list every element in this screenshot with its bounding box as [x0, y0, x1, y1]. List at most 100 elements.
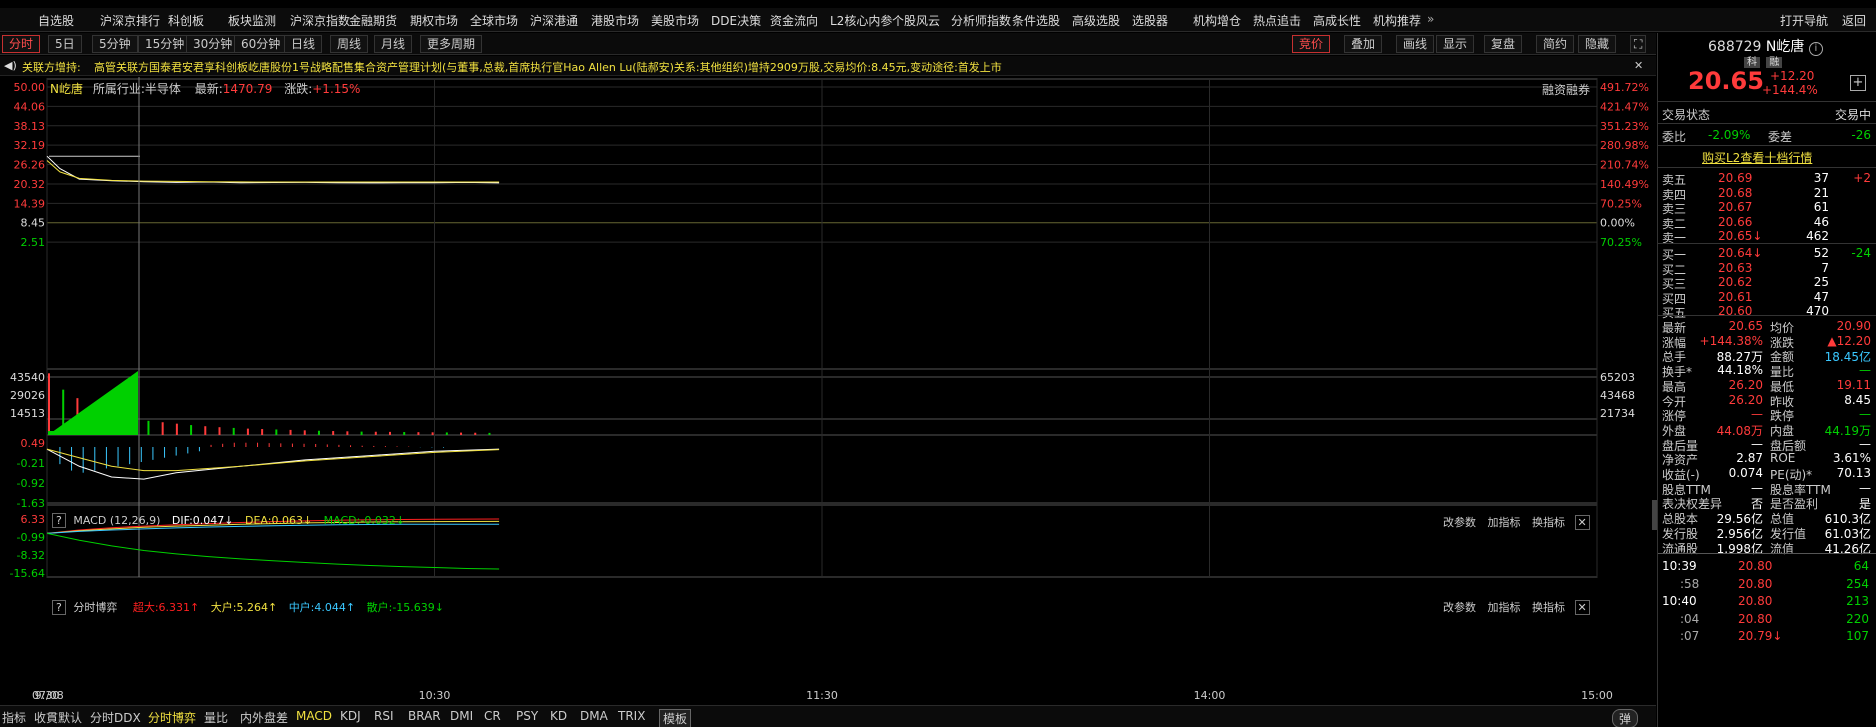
bid-row[interactable]: 买三 20.62 25: [1658, 275, 1876, 291]
ask-row[interactable]: 卖五 20.69 37 +2: [1658, 171, 1876, 187]
bid-row[interactable]: 买一 20.64↓ 52 -24: [1658, 246, 1876, 262]
indicator-tab-13[interactable]: KD: [550, 709, 567, 723]
industry-value[interactable]: 半导体: [145, 82, 181, 96]
fund-add-indicator[interactable]: 加指标: [1488, 601, 1521, 614]
indicator-tab-5[interactable]: 内外盘差: [240, 709, 288, 726]
fund-title[interactable]: 分时博弈: [73, 601, 117, 614]
notice-text[interactable]: 高管关联方国泰君安君享科创板屹唐股份1号战略配售集合资产管理计划(与董事,总裁,…: [94, 59, 1002, 75]
toolbar-right-button-0[interactable]: 竞价: [1292, 35, 1331, 53]
add-watchlist-icon[interactable]: +: [1850, 75, 1866, 91]
indicator-tab-4[interactable]: 量比: [204, 709, 228, 726]
tick-row[interactable]: 10:39 20.80 64: [1658, 559, 1876, 575]
nav-chevron-icon[interactable]: »: [1427, 12, 1434, 26]
period-button-9[interactable]: 更多周期: [420, 35, 483, 53]
nav-item-5[interactable]: 金融期货: [349, 12, 397, 29]
nav-item-18[interactable]: 选股器: [1132, 12, 1168, 29]
latest-value: 1470.79: [222, 82, 273, 96]
nav-item-21[interactable]: 高成长性: [1313, 12, 1361, 29]
toolbar-right-button-3[interactable]: 显示: [1436, 35, 1475, 53]
toolbar-right-button-2[interactable]: 画线: [1396, 35, 1435, 53]
nav-item-0[interactable]: 自选股: [38, 12, 74, 29]
fund-close-icon[interactable]: ✕: [1574, 600, 1590, 615]
period-button-8[interactable]: 月线: [374, 35, 413, 53]
macd-title[interactable]: MACD (12,26,9): [73, 514, 160, 527]
fullscreen-icon[interactable]: ⛶: [1630, 35, 1647, 53]
ask-row[interactable]: 卖三 20.67 61: [1658, 200, 1876, 216]
fund-switch-indicator[interactable]: 换指标: [1532, 601, 1565, 614]
period-button-0[interactable]: 分时: [2, 35, 41, 53]
macd-edit-params[interactable]: 改参数: [1443, 516, 1476, 529]
indicator-tab-9[interactable]: BRAR: [408, 709, 441, 723]
l2-upgrade-link[interactable]: 购买L2查看十档行情: [1702, 149, 1812, 166]
info-icon[interactable]: i: [1808, 42, 1823, 56]
indicator-tab-3[interactable]: 分时博弈: [148, 709, 196, 726]
period-button-1[interactable]: 5日: [48, 35, 82, 53]
macd-add-indicator[interactable]: 加指标: [1488, 516, 1521, 529]
back-button[interactable]: 返回: [1842, 12, 1866, 29]
nav-item-19[interactable]: 机构增仓: [1193, 12, 1241, 29]
close-notice-icon[interactable]: ✕: [1634, 59, 1643, 72]
nav-item-2[interactable]: 科创板: [168, 12, 204, 29]
toolbar-right-button-4[interactable]: 复盘: [1484, 35, 1523, 53]
indicator-tab-0[interactable]: 指标: [2, 709, 26, 726]
popup-toggle-button[interactable]: 弹: [1612, 709, 1639, 727]
ask-row[interactable]: 卖四 20.68 21: [1658, 186, 1876, 202]
indicator-tab-6[interactable]: MACD: [296, 709, 332, 723]
tick-row[interactable]: :07 20.79↓ 107: [1658, 629, 1876, 645]
ask-row[interactable]: 卖一 20.65↓ 462: [1658, 229, 1876, 245]
help-icon[interactable]: ?: [52, 600, 66, 615]
indicator-tab-2[interactable]: 分时DDX: [90, 709, 141, 726]
ask-row[interactable]: 卖二 20.66 46: [1658, 215, 1876, 231]
macd-switch-indicator[interactable]: 换指标: [1532, 516, 1565, 529]
tick-row[interactable]: :58 20.80 254: [1658, 577, 1876, 593]
margin-trading-link[interactable]: 融资融券: [1542, 81, 1590, 98]
period-button-4[interactable]: 30分钟: [186, 35, 240, 53]
nav-item-14[interactable]: 个股风云: [892, 12, 940, 29]
nav-item-17[interactable]: 高级选股: [1072, 12, 1120, 29]
nav-item-13[interactable]: L2核心内参: [830, 12, 892, 29]
toolbar-right-button-6[interactable]: 隐藏: [1578, 35, 1617, 53]
nav-item-7[interactable]: 全球市场: [470, 12, 518, 29]
tag-margin: 融: [1766, 57, 1783, 68]
indicator-tab-15[interactable]: TRIX: [618, 709, 645, 723]
indicator-tab-12[interactable]: PSY: [516, 709, 538, 723]
price-change: +12.20: [1770, 69, 1815, 83]
nav-item-1[interactable]: 沪深京排行: [100, 12, 160, 29]
indicator-tab-14[interactable]: DMA: [580, 709, 608, 723]
tick-row[interactable]: :04 20.80 220: [1658, 612, 1876, 628]
bid-row[interactable]: 买五 20.60 470: [1658, 304, 1876, 320]
nav-item-15[interactable]: 分析师指数: [951, 12, 1011, 29]
nav-item-8[interactable]: 沪深港通: [530, 12, 578, 29]
indicator-tab-8[interactable]: RSI: [374, 709, 394, 723]
period-button-2[interactable]: 5分钟: [92, 35, 138, 53]
bid-row[interactable]: 买二 20.63 7: [1658, 261, 1876, 277]
toolbar-right-button-5[interactable]: 简约: [1536, 35, 1575, 53]
macd-close-icon[interactable]: ✕: [1574, 515, 1590, 530]
period-button-6[interactable]: 日线: [284, 35, 323, 53]
nav-item-9[interactable]: 港股市场: [591, 12, 639, 29]
pct-axis-label: 491.72%: [1600, 81, 1649, 94]
tick-row[interactable]: 10:40 20.80 213: [1658, 594, 1876, 610]
nav-item-12[interactable]: 资金流向: [770, 12, 818, 29]
period-button-5[interactable]: 60分钟: [234, 35, 288, 53]
nav-item-16[interactable]: 条件选股: [1012, 12, 1060, 29]
indicator-tab-16[interactable]: 模板: [659, 709, 692, 727]
bid-row[interactable]: 买四 20.61 47: [1658, 290, 1876, 306]
nav-item-4[interactable]: 沪深京指数: [290, 12, 350, 29]
indicator-tab-7[interactable]: KDJ: [340, 709, 361, 723]
fund-edit-params[interactable]: 改参数: [1443, 601, 1476, 614]
nav-item-11[interactable]: DDE决策: [711, 12, 761, 29]
period-button-7[interactable]: 周线: [330, 35, 369, 53]
toolbar-right-button-1[interactable]: 叠加: [1344, 35, 1383, 53]
indicator-tab-11[interactable]: CR: [484, 709, 501, 723]
indicator-tab-1[interactable]: 收貫默认: [34, 709, 82, 726]
nav-item-20[interactable]: 热点追击: [1253, 12, 1301, 29]
nav-item-3[interactable]: 板块监测: [228, 12, 276, 29]
help-icon[interactable]: ?: [52, 513, 66, 528]
open-navigation-button[interactable]: 打开导航: [1780, 12, 1828, 29]
nav-item-10[interactable]: 美股市场: [651, 12, 699, 29]
nav-item-22[interactable]: 机构推荐: [1373, 12, 1421, 29]
period-button-3[interactable]: 15分钟: [138, 35, 192, 53]
nav-item-6[interactable]: 期权市场: [410, 12, 458, 29]
indicator-tab-10[interactable]: DMI: [450, 709, 473, 723]
